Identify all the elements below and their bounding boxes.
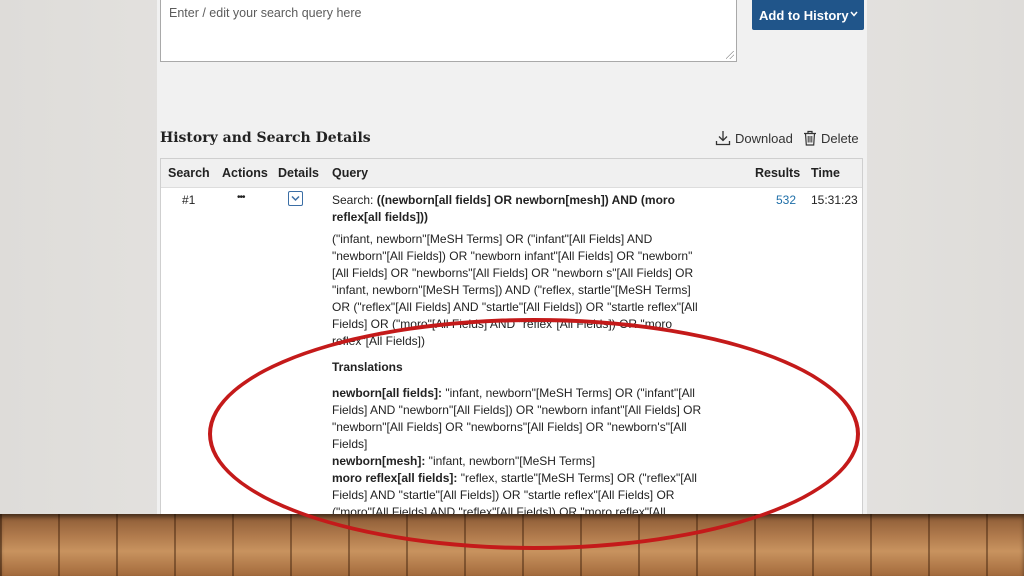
add-to-history-button[interactable]: Add to History (752, 0, 864, 30)
download-label: Download (735, 130, 793, 146)
translation-term: moro reflex[all fields]: (332, 471, 458, 485)
translations-list: newborn[all fields]: "infant, newborn"[M… (332, 385, 704, 514)
add-to-history-label: Add to History (759, 7, 849, 23)
col-results: Results (755, 166, 801, 180)
search-prefix: Search: (332, 193, 377, 207)
query-details: Search: ((newborn[all fields] OR newborn… (332, 192, 704, 514)
results-count-link[interactable]: 532 (776, 193, 796, 207)
actions-menu-icon[interactable]: ••• (237, 192, 245, 203)
delete-button[interactable]: Delete (803, 130, 859, 146)
wood-floor (0, 514, 1024, 576)
chevron-down-icon[interactable] (850, 9, 858, 20)
translation-term: newborn[mesh]: (332, 454, 426, 468)
history-table: Search Actions Details Query Results Tim… (160, 158, 863, 514)
details-toggle-button[interactable] (288, 191, 303, 206)
history-section-title: History and Search Details (160, 130, 371, 146)
table-header: Search Actions Details Query Results Tim… (161, 159, 862, 188)
trash-icon (804, 130, 816, 146)
search-query-text[interactable]: ((newborn[all fields] OR newborn[mesh]) … (332, 193, 675, 224)
translation-term: newborn[all fields]: (332, 386, 443, 400)
translation-item: newborn[all fields]: "infant, newborn"[M… (332, 385, 704, 453)
search-number: #1 (182, 193, 196, 207)
delete-label: Delete (821, 130, 859, 146)
col-query: Query (332, 166, 369, 180)
col-time: Time (811, 166, 840, 180)
search-placeholder: Enter / edit your search query here (169, 6, 362, 20)
col-details: Details (278, 166, 319, 180)
translations-heading: Translations (332, 360, 403, 374)
download-icon (715, 131, 731, 146)
search-query-textarea[interactable]: Enter / edit your search query here (160, 0, 737, 62)
col-search: Search (168, 166, 210, 180)
col-actions: Actions (222, 166, 268, 180)
search-time: 15:31:23 (811, 193, 858, 207)
search-query-line: Search: ((newborn[all fields] OR newborn… (332, 192, 704, 226)
translation-value: "infant, newborn"[MeSH Terms] (425, 454, 596, 468)
download-button[interactable]: Download (715, 130, 793, 146)
translation-item: moro reflex[all fields]: "reflex, startl… (332, 470, 704, 514)
translation-item: newborn[mesh]: "infant, newborn"[MeSH Te… (332, 453, 704, 470)
resize-handle[interactable] (726, 51, 734, 59)
query-details-text: ("infant, newborn"[MeSH Terms] OR ("infa… (332, 232, 698, 348)
chevron-down-icon (291, 195, 300, 202)
pubmed-advanced-search: Enter / edit your search query here Add … (157, 0, 867, 514)
